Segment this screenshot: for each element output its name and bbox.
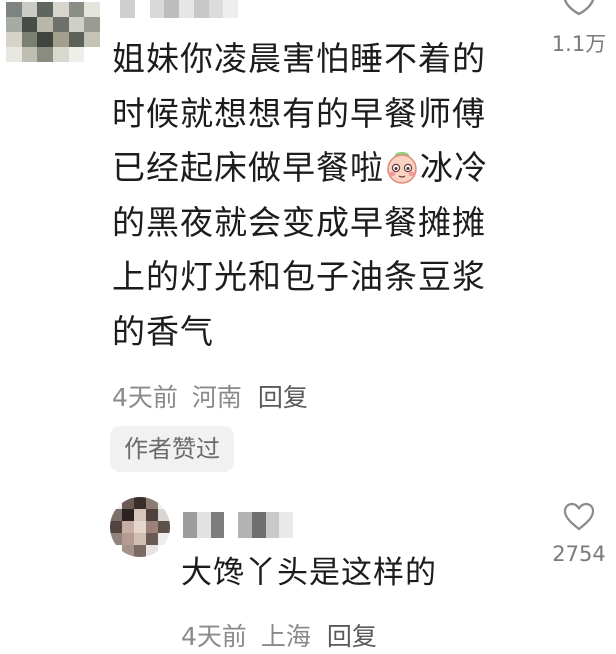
comment-line: 的香气 [112,311,214,351]
comment-username[interactable] [120,0,238,18]
comment-line: 时候就想想有的早餐师傅 [112,93,486,133]
comment-avatar[interactable] [6,2,100,62]
reply-text: 大馋丫头是这样的 [181,555,437,591]
reply-reply-button[interactable]: 回复 [327,622,377,651]
comment-text: 姐妹你凌晨害怕睡不着的 时候就想想有的早餐师傅 已经起床做早餐啦 冰冷 的黑夜就… [112,32,532,359]
comment-line: 的黑夜就会变成早餐摊摊 [112,202,486,242]
reply-like-count: 2754 [552,542,606,566]
comment-line-part: 已经起床做早餐啦 [112,148,384,187]
comment-line: 姐妹你凌晨害怕睡不着的 [112,39,486,78]
comment-meta: 4天前 河南 回复 [112,378,308,414]
comment-line: 上的灯光和包子油条豆浆 [112,257,486,296]
reply-username[interactable] [183,512,293,538]
comment-line-part: 冰冷 [420,148,488,187]
comment-time: 4天前 [112,383,178,412]
reply-avatar[interactable] [110,497,170,557]
reply-location: 上海 [260,622,311,651]
reply-meta: 4天前 上海 回复 [181,617,377,653]
heart-outline-icon [563,502,595,531]
comment-reply-button[interactable]: 回复 [258,383,308,412]
comment-like-button[interactable]: 1.1万 [546,0,612,60]
comment-like-count: 1.1万 [551,32,607,56]
shy-face-emoji [387,152,417,184]
reply-like-button[interactable]: 2754 [546,500,612,576]
comment-line: 已经起床做早餐啦 冰冷 [112,141,532,196]
comment-location: 河南 [191,383,242,412]
author-liked-badge: 作者赞过 [110,426,234,472]
heart-outline-icon [563,0,595,16]
reply-time: 4天前 [181,622,247,651]
